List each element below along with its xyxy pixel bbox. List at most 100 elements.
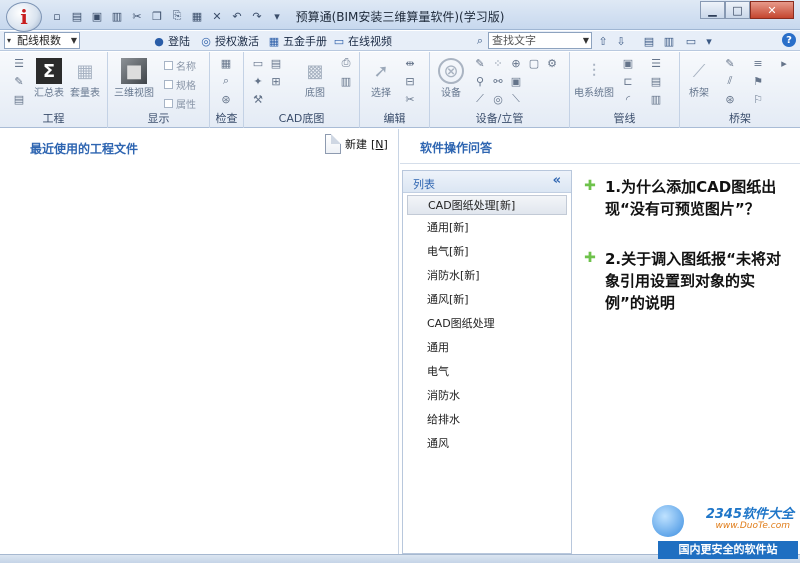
pipe-icon[interactable]: ✎	[472, 56, 488, 70]
select-button[interactable]: ➚ 选择	[368, 58, 394, 100]
plus-box-icon[interactable]: ⊞	[268, 74, 284, 88]
dropdown-icon[interactable]: ▾	[702, 34, 716, 48]
app-menu-button[interactable]: i	[6, 2, 42, 32]
new-shortcut: [N]	[371, 137, 388, 151]
faq-category-item[interactable]: CAD图纸处理	[407, 314, 567, 334]
network-icon[interactable]: ⊛	[218, 92, 234, 106]
property-combo[interactable]: ▾ 配线根数 ▼	[4, 32, 80, 49]
minimize-button[interactable]: ▁	[700, 1, 725, 19]
activate-button[interactable]: ◎ 授权激活	[199, 33, 259, 49]
dots-icon[interactable]: ⁘	[490, 56, 506, 70]
wrench-icon[interactable]: ✦	[250, 74, 266, 88]
cursor-icon: ➚	[373, 60, 389, 82]
activate-label: 授权激活	[215, 35, 259, 48]
line-icon[interactable]: ⊏	[620, 74, 636, 88]
device-label: 设备	[441, 88, 461, 99]
slash-icon[interactable]: ⟍	[508, 92, 524, 106]
grid-icon: ▦	[268, 34, 280, 48]
view-3d-button[interactable]: ■ 三维视图	[114, 58, 154, 99]
magnifier-icon[interactable]: ⌕	[218, 74, 234, 88]
summary-button[interactable]: Σ 汇总表	[34, 58, 64, 99]
new-project-link[interactable]: 新建 [N]	[325, 134, 388, 154]
monitor-icon[interactable]: ▭	[684, 34, 698, 48]
faq-category-item[interactable]: CAD图纸处理[新]	[407, 195, 567, 215]
tray-button[interactable]: ⟋ 桥架	[686, 58, 712, 100]
mascot-icon	[652, 505, 684, 537]
list-icon[interactable]: ☰	[12, 56, 26, 70]
box-pipe-icon[interactable]: ▣	[620, 56, 636, 70]
tray-stack-icon[interactable]: ≡	[750, 56, 766, 70]
split-tray-icon[interactable]: ⫽	[722, 74, 738, 88]
window-layout-icon[interactable]: ▤	[642, 34, 656, 48]
connect-tray-icon[interactable]: ⊛	[722, 92, 738, 106]
list-pipe-icon[interactable]: ☰	[648, 56, 664, 70]
show-name-checkbox[interactable]: 名称	[164, 58, 196, 73]
chart-icon[interactable]: ▤	[12, 92, 26, 106]
gear-icon[interactable]: ⚙	[544, 56, 560, 70]
checkbox-box	[164, 80, 173, 89]
flag-alt-icon[interactable]: ⚐	[750, 92, 766, 106]
faq-category-item[interactable]: 通用[新]	[407, 218, 567, 238]
arrow-icon[interactable]: ▸	[776, 56, 792, 70]
quantity-table-button[interactable]: ▦ 套量表	[70, 58, 100, 100]
close-button[interactable]: ✕	[750, 1, 794, 19]
show-spec-checkbox[interactable]: 规格	[164, 77, 196, 92]
faq-question[interactable]: ✚ 1.为什么添加CAD图纸出现“没有可预览图片”？	[575, 176, 797, 220]
faq-category-item[interactable]: 电气	[407, 362, 567, 382]
base-map-button[interactable]: ▩ 底图	[302, 58, 328, 100]
faq-category-item[interactable]: 通用	[407, 338, 567, 358]
flag-icon[interactable]: ⚑	[750, 74, 766, 88]
grid-check-icon[interactable]: ▦	[218, 56, 234, 70]
stack-icon[interactable]: ▥	[338, 74, 354, 88]
layer-icon[interactable]: ▭	[250, 56, 266, 70]
hardware-manual-button[interactable]: ▦ 五金手册	[267, 33, 327, 49]
device-button[interactable]: ⊗ 设备	[438, 58, 464, 99]
arc-icon[interactable]: ◜	[620, 92, 636, 106]
cube-icon: ■	[121, 58, 147, 84]
tool-icon[interactable]: ⚒	[250, 92, 266, 106]
faq-category-item[interactable]: 消防水[新]	[407, 266, 567, 286]
align-icon[interactable]: ⊟	[402, 74, 418, 88]
recent-files-title: 最近使用的工程文件	[30, 142, 139, 156]
move-icon[interactable]: ⇹	[402, 56, 418, 70]
window-tile-icon[interactable]: ▥	[662, 34, 676, 48]
target-icon[interactable]: ◎	[490, 92, 506, 106]
tray-label: 桥架	[689, 88, 709, 99]
faq-category-item[interactable]: 给排水	[407, 410, 567, 430]
ribbon-group-label: 检查	[215, 112, 238, 125]
draw-tray-icon[interactable]: ✎	[722, 56, 738, 70]
ribbon-group-label: 设备/立管	[475, 112, 524, 125]
square-icon[interactable]: ▢	[526, 56, 542, 70]
faq-category-item[interactable]: 电气[新]	[407, 242, 567, 262]
search-up-icon[interactable]: ⇧	[596, 34, 610, 48]
search-down-icon[interactable]: ⇩	[614, 34, 628, 48]
faq-question[interactable]: ✚ 2.关于调入图纸报“未将对象引用设置到对象的实例”的说明	[575, 248, 797, 314]
login-button[interactable]: ● 登陆	[152, 33, 190, 49]
collapse-icon[interactable]: «	[553, 173, 561, 188]
faq-category-item[interactable]: 消防水	[407, 386, 567, 406]
faq-category-item[interactable]: 通风	[407, 434, 567, 454]
show-attr-checkbox[interactable]: 属性	[164, 96, 196, 111]
block-icon[interactable]: ▥	[648, 92, 664, 106]
hatch-icon[interactable]: ▤	[648, 74, 664, 88]
frame-icon[interactable]: ▣	[508, 74, 524, 88]
link-icon[interactable]: ⚲	[472, 74, 488, 88]
angle-icon[interactable]: ⟋	[472, 92, 488, 106]
binoculars-icon: ⌕	[476, 34, 484, 47]
electric-system-button[interactable]: ⫶ 电系统图	[574, 58, 614, 100]
search-input[interactable]: 查找文字 ▼	[488, 32, 592, 49]
online-video-button[interactable]: ▭ 在线视频	[332, 33, 392, 49]
print-icon[interactable]: ⎙	[338, 56, 354, 70]
node-icon[interactable]: ⊕	[508, 56, 524, 70]
faq-category-item[interactable]: 通风[新]	[407, 290, 567, 310]
hardware-manual-label: 五金手册	[283, 35, 327, 48]
split-icon[interactable]: ⚯	[490, 74, 506, 88]
layer-list-icon[interactable]: ▤	[268, 56, 284, 70]
ribbon-group-label: 管线	[613, 112, 636, 125]
chevron-down-icon: ▼	[582, 36, 589, 45]
trim-icon[interactable]: ✂	[402, 92, 418, 106]
edit-icon[interactable]: ✎	[12, 74, 26, 88]
maximize-button[interactable]: □	[725, 1, 750, 19]
help-icon[interactable]: ?	[782, 33, 796, 47]
ribbon-group-tray: ⟋ 桥架 ✎ ⫽ ⊛ ≡ ⚑ ⚐ ▸ 桥架	[680, 52, 800, 128]
